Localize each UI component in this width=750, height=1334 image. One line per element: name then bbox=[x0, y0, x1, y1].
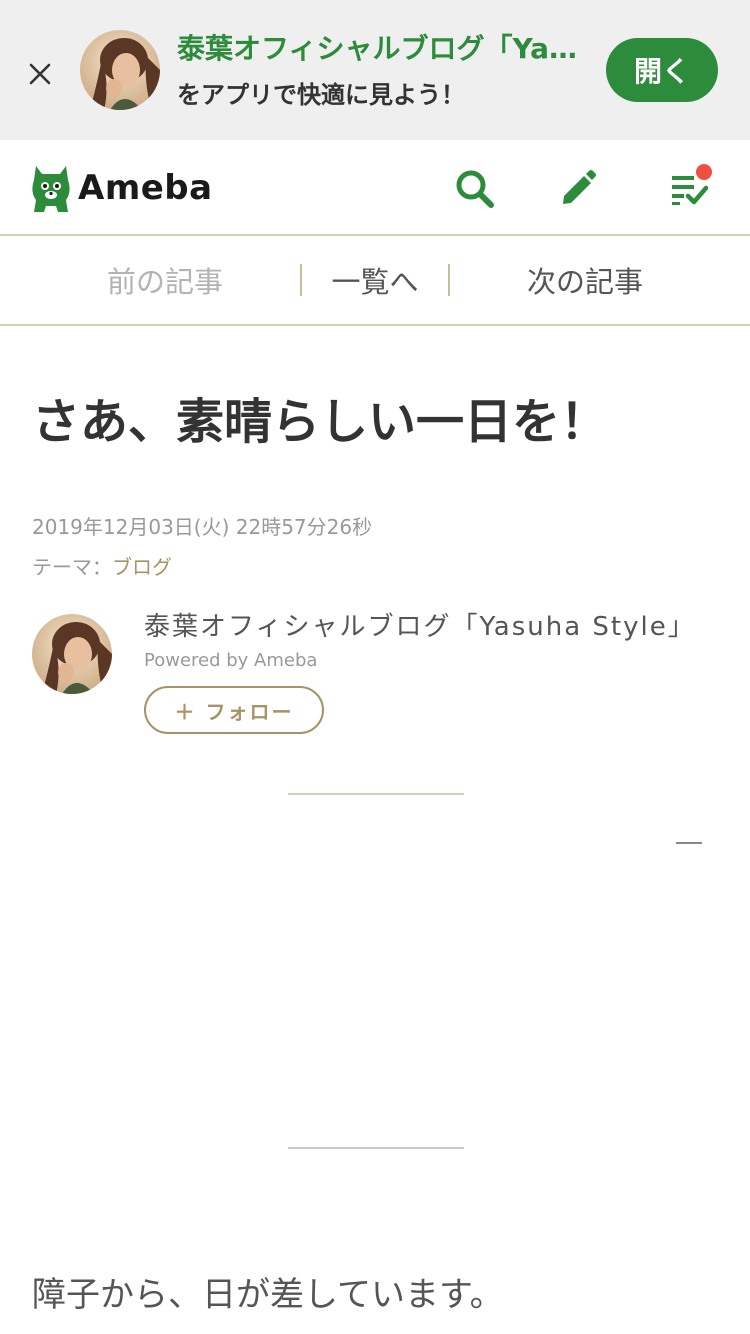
app-install-banner: 泰葉オフィシャルブログ「Yasuha Style」 をアプリで快適に見よう！ 開… bbox=[0, 0, 750, 140]
article-list-link[interactable]: 一覧へ bbox=[302, 236, 448, 324]
open-app-button[interactable]: 開く bbox=[606, 38, 718, 102]
logo-text: Ameba bbox=[78, 168, 213, 208]
theme-row: テーマ：ブログ bbox=[32, 552, 172, 582]
section-divider bbox=[288, 793, 464, 795]
article-navigation: 前の記事 一覧へ 次の記事 bbox=[0, 236, 750, 326]
theme-link[interactable]: ブログ bbox=[112, 555, 172, 579]
banner-subtitle: をアプリで快適に見よう！ bbox=[177, 81, 465, 109]
article-date: 2019年12月03日(火) 22時57分26秒 bbox=[32, 515, 373, 539]
ameba-mascot-icon bbox=[32, 166, 70, 212]
banner-title: 泰葉オフィシャルブログ「Yasuha Style」 bbox=[177, 32, 589, 65]
blog-avatar bbox=[80, 30, 160, 110]
section-divider bbox=[288, 1147, 464, 1149]
site-header: Ameba bbox=[0, 140, 750, 236]
notification-dot bbox=[696, 164, 712, 180]
follow-button[interactable]: ＋ フォロー bbox=[144, 686, 324, 734]
author-blog-name[interactable]: 泰葉オフィシャルブログ「Yasuha Style」 bbox=[144, 609, 696, 645]
ameba-logo[interactable]: Ameba bbox=[30, 162, 213, 214]
prev-article-link: 前の記事 bbox=[106, 265, 223, 299]
close-banner-button[interactable] bbox=[24, 58, 56, 90]
powered-by-text: Powered by Ameba bbox=[144, 650, 318, 671]
article-title: さあ、素晴らしい一日を！ bbox=[32, 394, 609, 450]
pencil-icon[interactable] bbox=[556, 166, 600, 210]
author-avatar[interactable] bbox=[32, 614, 112, 694]
search-icon[interactable] bbox=[452, 166, 496, 210]
theme-label: テーマ： bbox=[32, 555, 112, 579]
article-body-text: 障子から、日が差しています。 bbox=[32, 1275, 504, 1315]
nav-separator bbox=[448, 264, 450, 296]
next-article-link[interactable]: 次の記事 bbox=[480, 236, 690, 324]
close-icon bbox=[29, 63, 51, 85]
decorative-dash bbox=[676, 842, 702, 844]
